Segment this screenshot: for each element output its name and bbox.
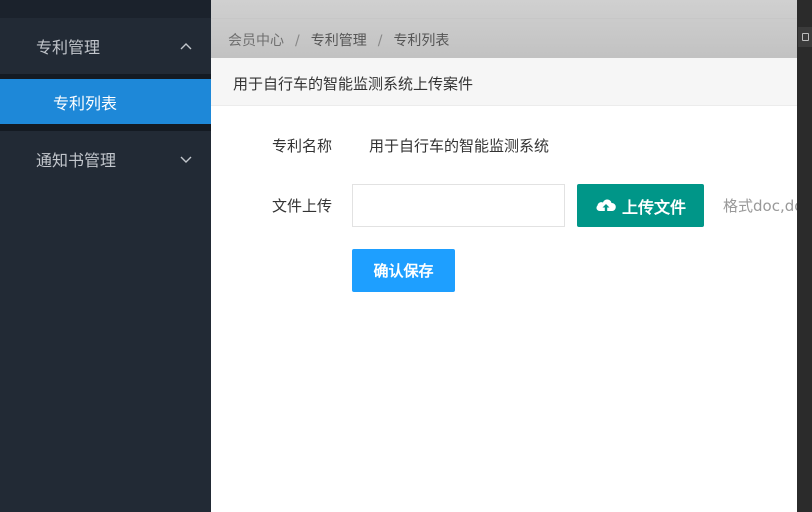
window-edge bbox=[797, 0, 812, 512]
top-bar: 会员中心 / 专利管理 / 专利列表 bbox=[211, 0, 797, 58]
sidebar-submenu: 专利列表 bbox=[0, 74, 211, 131]
upload-button-label: 上传文件 bbox=[622, 197, 687, 217]
sidebar-group-notice-management[interactable]: 通知书管理 bbox=[0, 131, 211, 187]
breadcrumb-separator: / bbox=[377, 33, 383, 49]
breadcrumb-separator: / bbox=[295, 33, 300, 49]
page-title: 用于自行车的智能监测系统上传案件 bbox=[233, 75, 474, 93]
divider bbox=[211, 18, 797, 19]
breadcrumb-item-patent-management[interactable]: 专利管理 bbox=[311, 33, 367, 49]
patent-name-value: 用于自行车的智能监测系统 bbox=[369, 137, 550, 155]
restore-icon[interactable] bbox=[802, 33, 809, 41]
sidebar-group-label: 专利管理 bbox=[36, 38, 101, 57]
sidebar-item-label: 专利列表 bbox=[53, 93, 118, 113]
upload-file-button[interactable]: 上传文件 bbox=[577, 184, 704, 227]
breadcrumb: 会员中心 / 专利管理 / 专利列表 bbox=[228, 30, 449, 50]
sidebar-header-strip bbox=[0, 0, 211, 18]
breadcrumb-item-member-center[interactable]: 会员中心 bbox=[228, 33, 284, 49]
main-content: 会员中心 / 专利管理 / 专利列表 用于自行车的智能监测系统上传案件 专利名称 用于自… bbox=[211, 0, 797, 512]
patent-name-label: 专利名称 bbox=[272, 137, 333, 155]
confirm-save-button[interactable]: 确认保存 bbox=[352, 249, 455, 292]
breadcrumb-item-patent-list: 专利列表 bbox=[393, 33, 450, 49]
chevron-down-icon bbox=[178, 151, 194, 167]
file-path-input[interactable] bbox=[352, 184, 565, 227]
file-upload-label: 文件上传 bbox=[272, 197, 333, 215]
panel-header: 用于自行车的智能监测系统上传案件 bbox=[211, 58, 797, 106]
sidebar-group-label: 通知书管理 bbox=[36, 151, 117, 170]
chevron-up-icon bbox=[178, 38, 194, 54]
sidebar: 专利管理 专利列表 通知书管理 bbox=[0, 0, 211, 512]
sidebar-item-patent-list[interactable]: 专利列表 bbox=[0, 79, 211, 124]
format-hint: 格式doc,do bbox=[723, 197, 797, 215]
sidebar-group-patent-management[interactable]: 专利管理 bbox=[0, 18, 211, 74]
cloud-upload-icon bbox=[595, 196, 617, 214]
